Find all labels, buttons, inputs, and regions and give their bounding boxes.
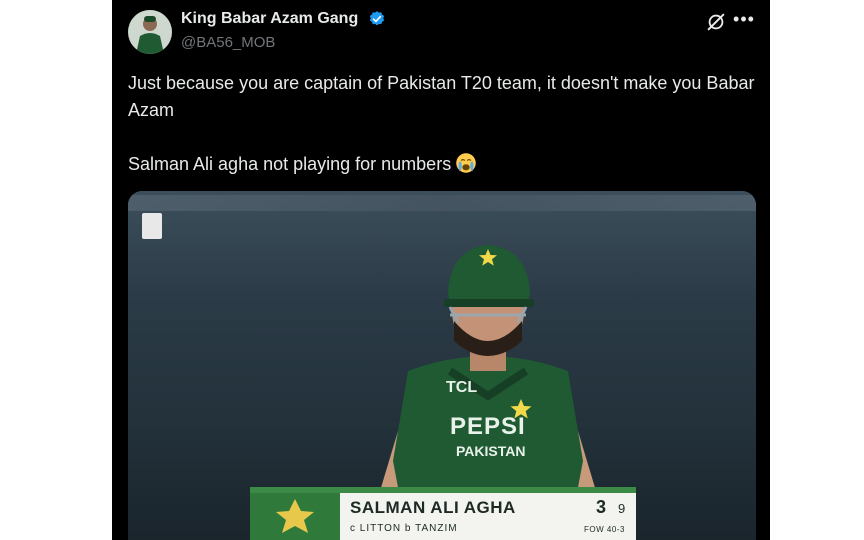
batter-name: SALMAN ALI AGHA — [350, 498, 516, 517]
jersey-sponsor-pepsi: PEPSI — [450, 413, 526, 440]
user-handle[interactable]: @BA56_MOB — [181, 34, 275, 51]
avatar-image — [128, 10, 172, 54]
dismissal-info: c LITTON b TANZIM — [350, 523, 458, 534]
more-options-icon[interactable]: ••• — [732, 10, 756, 32]
score-overlay: SALMAN ALI AGHA 3 9 c LITTON b TANZIM FO… — [250, 493, 636, 540]
grok-icon[interactable] — [705, 11, 727, 33]
tweet-text-line-2-text: Salman Ali agha not playing for numbers — [128, 154, 452, 174]
pakistan-logo-panel — [250, 493, 340, 540]
display-name[interactable]: King Babar Azam Gang — [181, 10, 358, 28]
broadcaster-logo — [142, 213, 162, 239]
batter-runs: 3 — [596, 497, 607, 517]
avatar[interactable] — [128, 10, 172, 54]
tweet-video[interactable]: TCL PEPSI PAKISTAN SALMAN ALI AGHA 3 9 c… — [128, 191, 756, 540]
crying-face-icon — [456, 153, 476, 173]
tweet-card[interactable]: King Babar Azam Gang @BA56_MOB ••• Just … — [112, 0, 770, 540]
stadium-stands — [128, 195, 756, 211]
pakistan-star-icon — [276, 499, 314, 533]
verified-badge-icon — [369, 11, 385, 26]
tweet-text-line-2: Salman Ali agha not playing for numbers — [128, 151, 758, 178]
batter-balls: 9 — [618, 501, 626, 516]
tweet-text: Just because you are captain of Pakistan… — [128, 70, 758, 178]
tweet-text-line-1: Just because you are captain of Pakistan… — [128, 73, 755, 120]
fall-of-wicket: FOW 40-3 — [584, 525, 625, 534]
jersey-team-name: PAKISTAN — [456, 443, 526, 459]
jersey-sponsor-tcl: TCL — [446, 379, 478, 396]
